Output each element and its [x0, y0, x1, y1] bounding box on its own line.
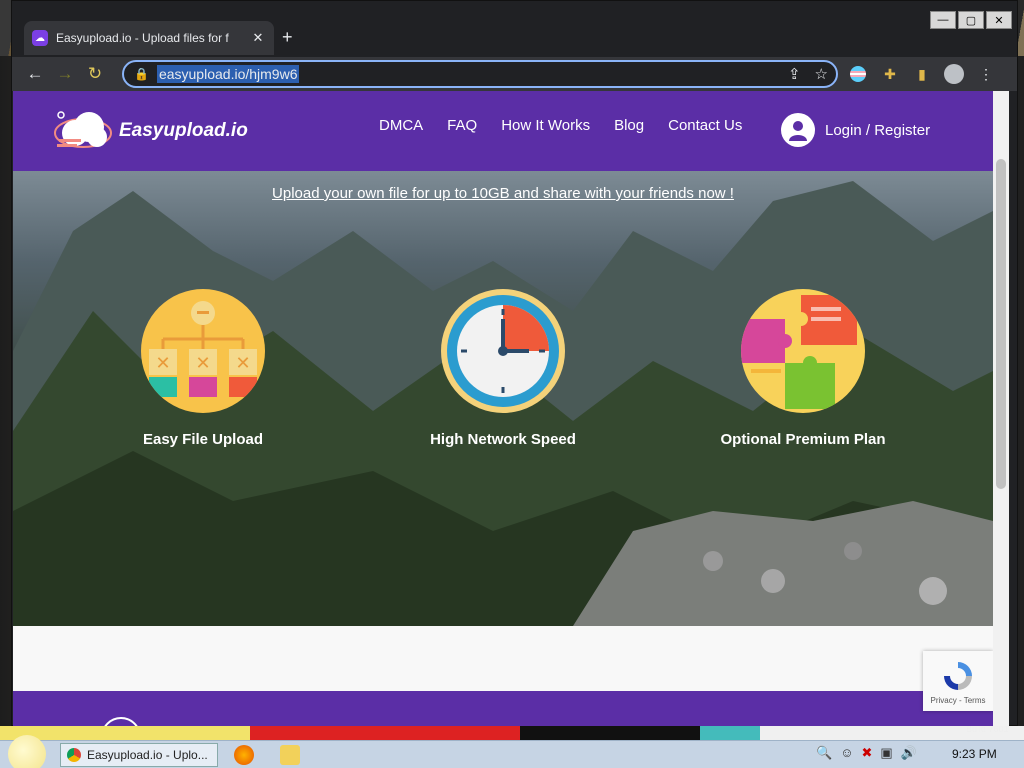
volume-icon[interactable]: 🔊 [901, 745, 917, 761]
new-tab-button[interactable]: + [282, 27, 293, 48]
browser-titlebar: ☁ Easyupload.io - Upload files for f ✕ +… [12, 1, 1017, 57]
sidebar-icon[interactable]: ▮ [911, 63, 933, 85]
account-icon[interactable] [943, 63, 965, 85]
flowchart-icon: ✕ ✕ ✕ [141, 289, 265, 413]
feature-optional-premium-plan: Optional Premium Plan [683, 289, 923, 448]
footer-circle-icon [101, 717, 141, 726]
hero-section: Upload your own file for up to 10GB and … [13, 171, 993, 626]
nav-blog[interactable]: Blog [614, 117, 644, 134]
clock-icon [441, 289, 565, 413]
taskbar-chrome-window[interactable]: Easyupload.io - Uplo... [60, 743, 218, 767]
taskbar-window-label: Easyupload.io - Uplo... [87, 748, 208, 762]
easyupload-favicon-icon: ☁ [32, 30, 48, 46]
minimize-button[interactable]: — [930, 11, 956, 29]
nav-faq[interactable]: FAQ [447, 117, 477, 134]
maximize-button[interactable]: ▢ [958, 11, 984, 29]
page-viewport: Easyupload.io DMCA FAQ How It Works Blog… [13, 91, 993, 726]
feature-easy-file-upload: ✕ ✕ ✕ Easy File Upload [83, 289, 323, 448]
firefox-icon[interactable] [234, 745, 254, 765]
network-error-icon[interactable]: ✖ [861, 745, 872, 761]
user-avatar-icon [781, 113, 815, 147]
extensions-puzzle-icon[interactable]: ✚ [879, 63, 901, 85]
browser-window: ☁ Easyupload.io - Upload files for f ✕ +… [11, 0, 1018, 726]
footer-section [13, 691, 993, 726]
svg-text:✕: ✕ [195, 353, 210, 374]
menu-icon[interactable]: ⋮ [975, 63, 997, 85]
share-icon[interactable]: ⇪ [788, 65, 801, 83]
svg-text:✕: ✕ [155, 353, 170, 374]
recaptcha-icon [944, 661, 972, 690]
nav-how-it-works[interactable]: How It Works [501, 117, 590, 134]
folder-icon[interactable] [280, 745, 300, 765]
login-register-link[interactable]: Login / Register [781, 113, 930, 147]
network-icon[interactable]: ▣ [880, 745, 892, 761]
svg-text:✕: ✕ [235, 353, 250, 374]
tab-title: Easyupload.io - Upload files for f [56, 31, 229, 45]
feature-title: High Network Speed [430, 431, 576, 448]
profile-flag-icon[interactable] [847, 63, 869, 85]
close-window-button[interactable]: ✕ [986, 11, 1012, 29]
lock-icon[interactable]: 🔒 [134, 67, 149, 81]
scrollbar-thumb[interactable] [996, 159, 1006, 489]
windows-taskbar: Easyupload.io - Uplo... 🔍 ☺ ✖ ▣ 🔊 9:23 P… [0, 735, 1024, 768]
cloud-logo-icon [53, 105, 115, 157]
browser-toolbar: ← → ↻ 🔒 easyupload.io/hjm9w6 ⇪ ☆ ✚ ▮ ⋮ [12, 57, 1017, 91]
content-area [13, 626, 993, 691]
page-scrollbar[interactable] [993, 91, 1009, 726]
site-logo[interactable]: Easyupload.io [53, 105, 248, 157]
browser-tab[interactable]: ☁ Easyupload.io - Upload files for f ✕ [24, 21, 274, 55]
logo-text: Easyupload.io [119, 120, 248, 141]
back-icon[interactable]: ← [20, 59, 50, 89]
recaptcha-text[interactable]: Privacy - Terms [931, 696, 986, 705]
nav-contact-us[interactable]: Contact Us [668, 117, 742, 134]
feature-title: Easy File Upload [142, 431, 264, 448]
recaptcha-badge[interactable]: Privacy - Terms [923, 651, 993, 711]
tab-close-icon[interactable]: ✕ [250, 30, 266, 46]
search-icon[interactable]: 🔍 [816, 745, 832, 761]
system-tray: 🔍 ☺ ✖ ▣ 🔊 [816, 745, 917, 761]
wallpaper-bottom [0, 726, 1024, 740]
feature-title: Optional Premium Plan [720, 431, 886, 448]
site-nav: DMCA FAQ How It Works Blog Contact Us [379, 117, 742, 134]
hero-tagline-link[interactable]: Upload your own file for up to 10GB and … [13, 185, 993, 202]
puzzle-icon [741, 289, 865, 413]
forward-icon[interactable]: → [50, 59, 80, 89]
chrome-icon [67, 748, 81, 762]
url-text[interactable]: easyupload.io/hjm9w6 [156, 65, 300, 83]
feature-high-network-speed: High Network Speed [383, 289, 623, 448]
bookmark-star-icon[interactable]: ☆ [815, 65, 828, 83]
reload-icon[interactable]: ↻ [80, 59, 110, 89]
nav-dmca[interactable]: DMCA [379, 117, 423, 134]
login-label: Login / Register [825, 121, 931, 139]
address-bar[interactable]: 🔒 easyupload.io/hjm9w6 ⇪ ☆ [122, 60, 838, 88]
taskbar-clock[interactable]: 9:23 PM [952, 747, 997, 761]
smile-icon[interactable]: ☺ [840, 745, 853, 761]
start-button[interactable] [8, 735, 46, 768]
site-header: Easyupload.io DMCA FAQ How It Works Blog… [13, 91, 993, 171]
